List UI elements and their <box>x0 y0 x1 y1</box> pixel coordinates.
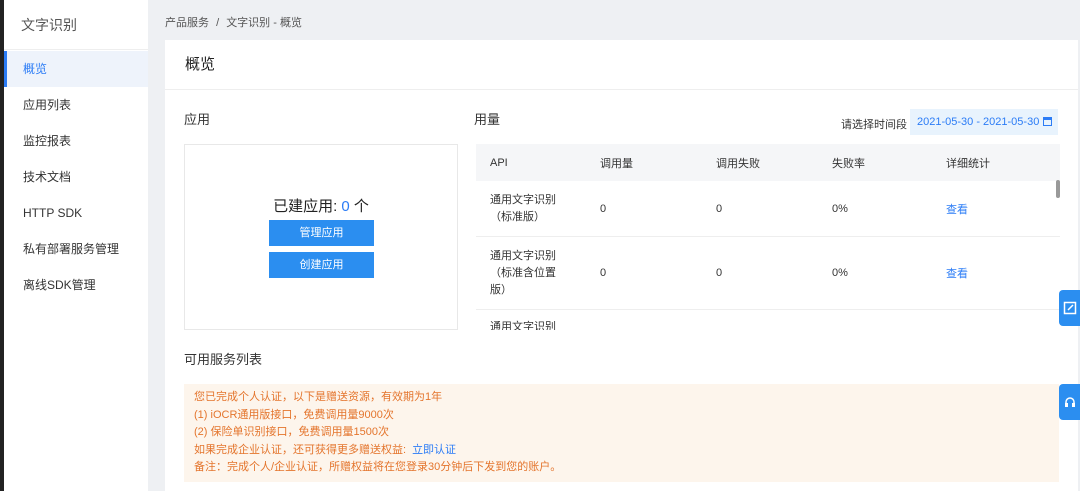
usage-table: API 调用量 调用失败 失败率 详细统计 通用文字识别 （标准版） 0 0 0… <box>476 144 1060 330</box>
edit-icon <box>1063 301 1076 315</box>
calls-cell: 0 <box>600 202 607 215</box>
overview-card: 概览 应用 已建应用: 0 个 管理应用 创建应用 用量 请选择时间段 2021… <box>165 40 1078 491</box>
date-range-value: 2021-05-30 - 2021-05-30 <box>917 116 1040 128</box>
page-title: 概览 <box>165 40 1078 90</box>
date-range-label: 请选择时间段 <box>841 119 907 131</box>
create-app-button[interactable]: 创建应用 <box>269 252 374 278</box>
api-name-line: 通用文字识别 <box>490 249 556 262</box>
headset-icon <box>1064 397 1075 407</box>
app-count-value: 0 <box>341 198 350 215</box>
fail-rate-cell: 0% <box>832 202 848 215</box>
apps-section-title: 应用 <box>184 112 211 127</box>
app-count-prefix: 已建应用: <box>273 198 342 215</box>
table-row: 通用文字识别 <box>476 310 1060 330</box>
column-header-detail: 详细统计 <box>946 157 990 170</box>
calls-cell: 0 <box>600 267 607 279</box>
date-range-picker[interactable]: 2021-05-30 - 2021-05-30 <box>910 109 1058 135</box>
detail-cell: 查看 <box>932 181 1060 236</box>
detail-cell: 查看 <box>932 237 1060 309</box>
sidebar-item-overview[interactable]: 概览 <box>4 51 148 87</box>
api-name-line: （标准含位置 <box>490 266 556 279</box>
notice-line: 备注：完成个人/企业认证，所赠权益将在您登录30分钟后下发到您的账户。 <box>194 461 562 473</box>
sidebar-item-monitor-report[interactable]: 监控报表 <box>4 123 148 159</box>
sidebar-item-http-sdk[interactable]: HTTP SDK <box>4 195 148 231</box>
api-name-cell: 通用文字识别 （标准含位置 版） <box>476 237 586 309</box>
api-name-line: 通用文字识别 <box>490 321 556 330</box>
table-row: 通用文字识别 （标准含位置 版） 0 0 0% 查看 <box>476 237 1060 310</box>
breadcrumb: 产品服务 / 文字识别 - 概览 <box>165 14 302 30</box>
api-name-cell: 通用文字识别 （标准版） <box>476 181 586 236</box>
breadcrumb-separator: / <box>216 17 220 29</box>
column-header-api: API <box>490 156 508 169</box>
app-count-suffix: 个 <box>349 198 369 215</box>
api-name-line: 通用文字识别 <box>490 193 556 206</box>
notice-line: 您已完成个人认证，以下是赠送资源，有效期为1年 <box>194 391 443 403</box>
feedback-tab[interactable] <box>1059 290 1080 326</box>
sidebar-title: 文字识别 <box>4 0 148 50</box>
notice-text: 如果完成企业认证，还可获得更多赠送权益: <box>194 443 407 456</box>
breadcrumb-root[interactable]: 产品服务 <box>165 17 209 29</box>
table-scrollbar[interactable] <box>1056 180 1060 198</box>
column-header-failed: 调用失败 <box>716 157 760 170</box>
calendar-icon <box>1043 117 1053 126</box>
table-row: 通用文字识别 （标准版） 0 0 0% 查看 <box>476 181 1060 237</box>
failed-cell: 0 <box>716 202 723 215</box>
sidebar-item-app-list[interactable]: 应用列表 <box>4 87 148 123</box>
api-name-line: （标准版） <box>490 210 545 223</box>
failed-cell: 0 <box>716 267 723 279</box>
app-count: 已建应用: 0 个 <box>185 195 457 216</box>
fail-rate-cell: 0% <box>832 267 848 279</box>
services-section-title: 可用服务列表 <box>184 352 263 367</box>
sidebar-item-offline-sdk[interactable]: 离线SDK管理 <box>4 267 148 303</box>
column-header-calls: 调用量 <box>600 157 633 170</box>
notice-line: (2) 保险单识别接口，免费调用量1500次 <box>194 426 389 438</box>
notice-line: (1) iOCR通用版接口，免费调用量9000次 <box>194 408 394 421</box>
view-detail-link[interactable]: 查看 <box>946 201 968 217</box>
support-tab[interactable] <box>1059 384 1080 420</box>
manage-apps-button[interactable]: 管理应用 <box>269 220 374 246</box>
resource-notice: 您已完成个人认证，以下是赠送资源，有效期为1年 (1) iOCR通用版接口，免费… <box>184 384 1059 482</box>
api-name-line: 版） <box>490 283 512 296</box>
api-name-cell: 通用文字识别 <box>476 310 586 330</box>
sidebar-item-private-deploy[interactable]: 私有部署服务管理 <box>4 231 148 267</box>
table-header: API 调用量 调用失败 失败率 详细统计 <box>476 144 1060 181</box>
usage-section-title: 用量 <box>474 112 501 127</box>
sidebar: 文字识别 概览 应用列表 监控报表 技术文档 HTTP SDK 私有部署服务管理… <box>4 0 148 491</box>
column-header-fail-rate: 失败率 <box>832 157 865 170</box>
notice-line: 如果完成企业认证，还可获得更多赠送权益: 立即认证 <box>194 442 1049 460</box>
verify-now-link[interactable]: 立即认证 <box>412 444 456 456</box>
breadcrumb-current: 文字识别 - 概览 <box>226 17 302 29</box>
sidebar-item-tech-docs[interactable]: 技术文档 <box>4 159 148 195</box>
view-detail-link[interactable]: 查看 <box>946 265 968 281</box>
apps-box: 已建应用: 0 个 管理应用 创建应用 <box>184 144 458 330</box>
